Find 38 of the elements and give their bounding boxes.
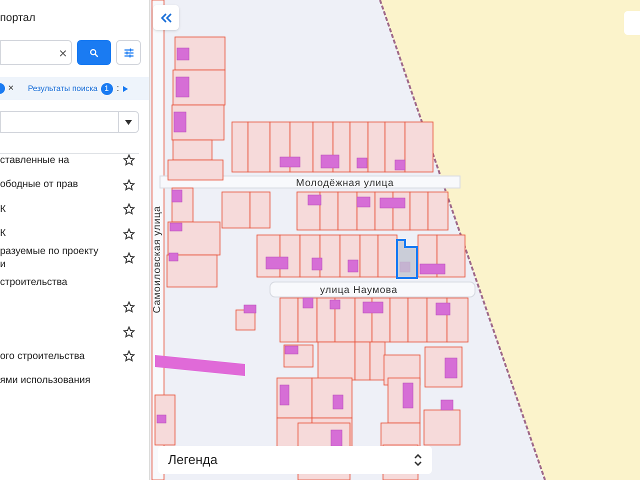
dropdown-caret-icon [125, 120, 132, 124]
chevron-right-icon[interactable] [123, 86, 128, 92]
star-icon[interactable] [123, 228, 135, 240]
layer-label[interactable]: К [0, 202, 6, 216]
street-label: Молодёжная улица [296, 177, 394, 191]
sliders-icon [122, 46, 134, 58]
portal-title: портал [0, 11, 36, 26]
legend-select[interactable]: Легенда [158, 446, 432, 474]
up-down-chevron-icon [414, 454, 422, 466]
layer-label[interactable]: ободные от прав [0, 178, 78, 192]
layer-label[interactable]: разуемые по проекту и [0, 245, 98, 272]
clear-button[interactable]: × [58, 46, 67, 60]
search-icon [89, 48, 99, 58]
filter-button[interactable] [116, 40, 141, 65]
layer-group-label[interactable]: строительства [0, 276, 68, 290]
street-label: улица Наумова [320, 284, 398, 298]
street-label: Самоиловская улица [151, 206, 164, 314]
layer-label[interactable]: ого строительства [0, 350, 85, 363]
legend-label: Легенда [168, 451, 218, 470]
collapse-sidebar-button[interactable] [153, 5, 179, 30]
star-icon[interactable] [123, 301, 135, 314]
star-icon[interactable] [123, 178, 135, 191]
search-button[interactable] [77, 40, 111, 65]
double-chevron-left-icon [160, 12, 172, 22]
count-badge: 1 [100, 82, 113, 94]
layer-label[interactable]: ставленные на [0, 154, 70, 167]
star-icon[interactable] [123, 252, 135, 264]
layer-label[interactable]: К [0, 227, 6, 240]
star-icon[interactable] [123, 326, 135, 338]
star-icon[interactable] [123, 154, 135, 166]
results-tab[interactable]: Результаты поиска [28, 82, 98, 94]
layer-group-label[interactable]: ями использования [0, 374, 90, 388]
close-tab-button[interactable]: × [8, 81, 14, 96]
star-icon[interactable] [123, 203, 135, 216]
select-field[interactable] [0, 111, 139, 133]
star-icon[interactable] [123, 350, 135, 362]
more-tabs-button[interactable]: : [116, 82, 120, 96]
search-field[interactable]: × [0, 40, 72, 65]
